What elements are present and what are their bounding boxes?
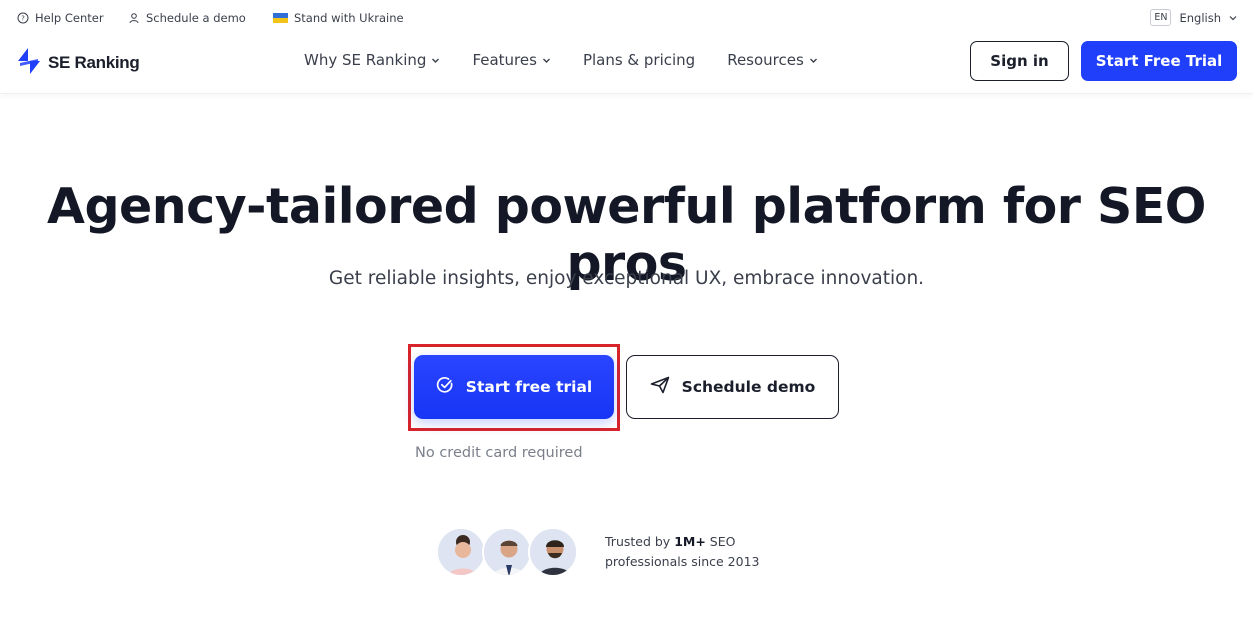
main-nav: Why SE Ranking Features Plans & pricing … <box>304 51 850 69</box>
trust-line-2: professionals since 2013 <box>605 554 760 569</box>
schedule-demo-label: Schedule a demo <box>146 11 246 25</box>
hero-subtitle: Get reliable insights, enjoy exceptional… <box>328 268 925 289</box>
start-free-trial-label: Start free trial <box>465 378 593 396</box>
help-center-link[interactable]: ? Help Center <box>17 11 104 25</box>
nav-resources-label: Resources <box>727 51 804 69</box>
avatar-group <box>436 527 578 578</box>
trust-text: Trusted by 1M+ SEO professionals since 2… <box>605 532 759 572</box>
nav-features-label: Features <box>472 51 537 69</box>
no-credit-card-note: No credit card required <box>415 445 583 461</box>
schedule-demo-button[interactable]: Schedule demo <box>626 355 839 419</box>
trust-suffix: SEO <box>705 534 736 549</box>
ukraine-label: Stand with Ukraine <box>294 11 404 25</box>
logo-text: SE Ranking <box>48 53 140 72</box>
send-icon <box>650 376 670 398</box>
start-free-trial-button[interactable]: Start free trial <box>414 355 614 419</box>
chevron-down-icon <box>542 56 551 65</box>
nav-resources[interactable]: Resources <box>727 51 818 69</box>
avatar <box>436 527 486 577</box>
trust-prefix: Trusted by <box>605 534 675 549</box>
language-code: EN <box>1150 9 1172 26</box>
ukraine-link[interactable]: Stand with Ukraine <box>273 11 404 25</box>
chevron-down-icon <box>1229 11 1237 25</box>
ukraine-flag-icon <box>273 12 288 24</box>
language-name: English <box>1179 10 1221 25</box>
start-free-trial-header-button[interactable]: Start Free Trial <box>1081 41 1237 81</box>
schedule-demo-button-label: Schedule demo <box>681 378 816 396</box>
user-icon <box>128 12 140 24</box>
trust-count: 1M+ <box>674 534 706 549</box>
avatar <box>528 527 578 577</box>
check-circle-icon <box>436 376 454 398</box>
utility-bar: ? Help Center Schedule a demo Stand with… <box>0 0 1253 38</box>
chevron-down-icon <box>431 56 440 65</box>
logo-icon <box>16 47 42 79</box>
avatar <box>482 527 532 577</box>
help-center-label: Help Center <box>35 11 104 25</box>
nav-features[interactable]: Features <box>472 51 551 69</box>
trust-line-1: Trusted by 1M+ SEO <box>605 532 759 552</box>
sign-in-button[interactable]: Sign in <box>970 41 1069 81</box>
nav-pricing-label: Plans & pricing <box>582 51 696 69</box>
language-selector[interactable]: EN English <box>1150 9 1237 26</box>
nav-plans-pricing[interactable]: Plans & pricing <box>583 51 695 69</box>
svg-text:?: ? <box>21 15 25 23</box>
help-icon: ? <box>17 12 29 24</box>
nav-why-se-ranking[interactable]: Why SE Ranking <box>304 51 440 69</box>
logo[interactable]: SE Ranking <box>16 47 140 79</box>
schedule-demo-link[interactable]: Schedule a demo <box>128 11 246 25</box>
main-header: SE Ranking Why SE Ranking Features Plans… <box>0 38 1253 94</box>
nav-why-label: Why SE Ranking <box>304 51 427 69</box>
chevron-down-icon <box>809 56 818 65</box>
